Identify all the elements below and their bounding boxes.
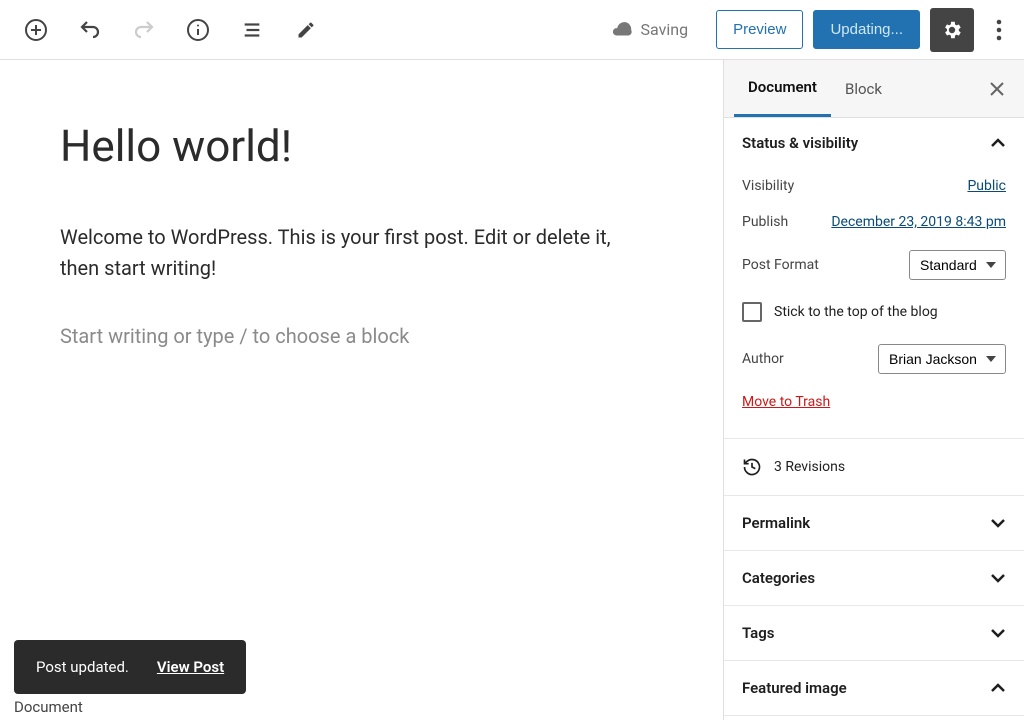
author-label: Author [742, 351, 784, 367]
visibility-value-link[interactable]: Public [967, 178, 1006, 194]
publish-label: Publish [742, 214, 788, 230]
panel-permalink[interactable]: Permalink [724, 496, 1024, 551]
cloud-icon [611, 19, 633, 41]
info-button[interactable] [182, 14, 214, 46]
chevron-down-icon [990, 570, 1006, 586]
close-icon [990, 82, 1004, 96]
move-to-trash-link[interactable]: Move to Trash [742, 394, 830, 410]
sidebar-tabs: Document Block [724, 60, 1024, 118]
tab-block[interactable]: Block [831, 62, 896, 116]
update-button[interactable]: Updating... [813, 10, 920, 49]
more-menu-button[interactable] [984, 8, 1014, 52]
post-format-select[interactable]: Standard [909, 250, 1006, 280]
stick-label: Stick to the top of the blog [774, 304, 938, 320]
toolbar-left [20, 14, 322, 46]
post-format-label: Post Format [742, 257, 819, 273]
saving-indicator: Saving [611, 19, 689, 41]
panel-tags-title: Tags [742, 624, 775, 642]
panel-tags[interactable]: Tags [724, 606, 1024, 661]
visibility-label: Visibility [742, 178, 794, 194]
undo-button[interactable] [74, 14, 106, 46]
toast-notification: Post updated. View Post [14, 640, 246, 694]
toast-action-link[interactable]: View Post [157, 658, 224, 676]
chevron-down-icon [990, 515, 1006, 531]
editor-canvas[interactable]: Hello world! Welcome to WordPress. This … [0, 60, 723, 720]
stick-checkbox[interactable] [742, 302, 762, 322]
author-select[interactable]: Brian Jackson [878, 344, 1006, 374]
history-icon [742, 457, 762, 477]
toolbar-right: Saving Preview Updating... [611, 8, 1014, 52]
tab-document[interactable]: Document [734, 60, 831, 117]
list-icon [241, 19, 263, 41]
pencil-icon [296, 20, 316, 40]
block-placeholder[interactable]: Start writing or type / to choose a bloc… [60, 324, 663, 348]
add-block-button[interactable] [20, 14, 52, 46]
revisions-button[interactable]: 3 Revisions [724, 439, 1024, 496]
panel-permalink-title: Permalink [742, 514, 810, 532]
workspace: Hello world! Welcome to WordPress. This … [0, 60, 1024, 720]
dots-vertical-icon [996, 19, 1002, 41]
post-title[interactable]: Hello world! [60, 120, 663, 172]
undo-icon [78, 18, 102, 42]
chevron-down-icon [990, 625, 1006, 641]
edit-button[interactable] [290, 14, 322, 46]
settings-sidebar: Document Block Status & visibility Visib… [723, 60, 1024, 720]
panel-categories-title: Categories [742, 569, 815, 587]
chevron-up-icon [990, 135, 1006, 151]
revisions-label: 3 Revisions [774, 459, 845, 475]
redo-button[interactable] [128, 14, 160, 46]
settings-button[interactable] [930, 8, 974, 52]
panel-status-header[interactable]: Status & visibility [724, 118, 1024, 168]
saving-label: Saving [641, 20, 689, 39]
close-sidebar-button[interactable] [980, 72, 1014, 106]
panel-status-visibility: Status & visibility Visibility Public Pu… [724, 118, 1024, 439]
preview-button[interactable]: Preview [716, 10, 803, 49]
publish-date-link[interactable]: December 23, 2019 8:43 pm [831, 214, 1006, 230]
redo-icon [132, 18, 156, 42]
plus-circle-icon [24, 18, 48, 42]
post-body[interactable]: Welcome to WordPress. This is your first… [60, 222, 650, 284]
panel-status-body: Visibility Public Publish December 23, 2… [724, 168, 1024, 438]
panel-status-title: Status & visibility [742, 134, 858, 152]
chevron-up-icon [990, 680, 1006, 696]
gear-icon [941, 19, 963, 41]
panel-featured-image[interactable]: Featured image [724, 661, 1024, 716]
panel-featured-image-title: Featured image [742, 679, 847, 697]
outline-button[interactable] [236, 14, 268, 46]
top-toolbar: Saving Preview Updating... [0, 0, 1024, 60]
panel-categories[interactable]: Categories [724, 551, 1024, 606]
toast-message: Post updated. [36, 658, 129, 676]
info-icon [186, 18, 210, 42]
footer-breadcrumb[interactable]: Document [14, 698, 83, 716]
